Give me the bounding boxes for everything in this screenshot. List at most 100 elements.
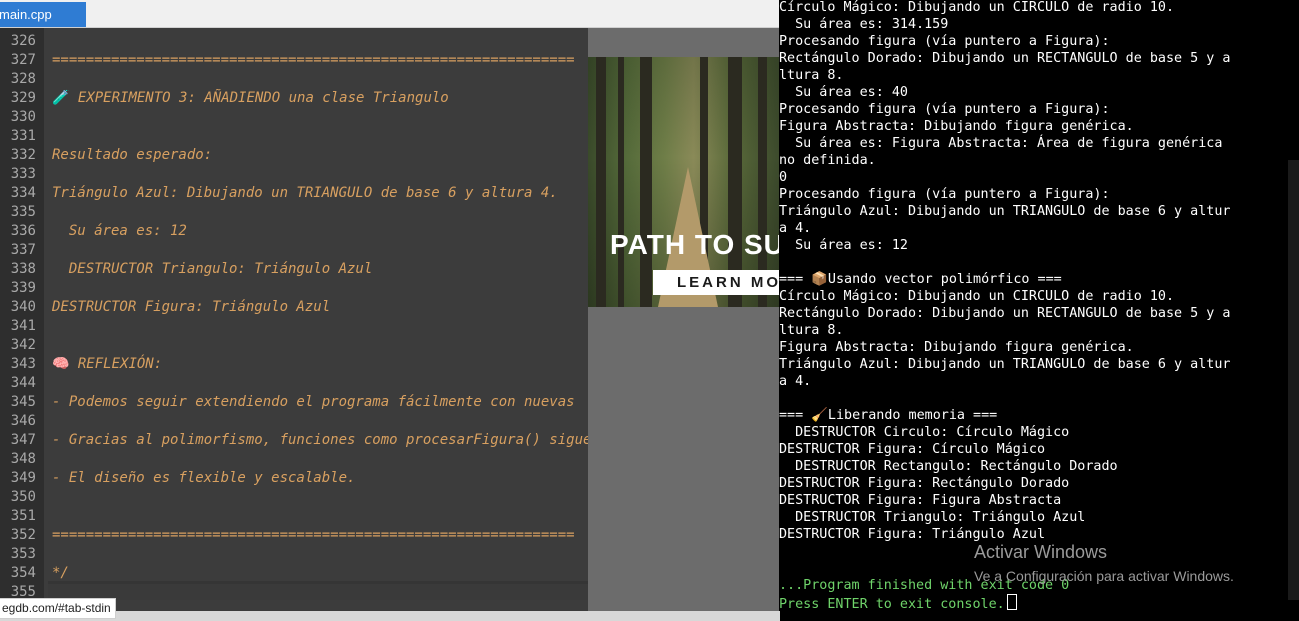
output-console[interactable]: Círculo Mágico: Dibujando un CIRCULO de … — [779, 0, 1299, 621]
tab-label: main.cpp — [0, 7, 52, 22]
console-line: DESTRUCTOR Rectangulo: Rectángulo Dorado — [779, 458, 1289, 475]
watermark-subtitle: Ve a Configuración para activar Windows. — [974, 568, 1234, 584]
console-line: a 4. — [779, 373, 1289, 390]
code-line: 🧠 REFLEXIÓN: — [52, 355, 162, 374]
line-number: 332 — [10, 147, 36, 163]
line-number-gutter: 326 327 328 329 330 331 332 333 334 335 336 337 338 3… — [0, 28, 44, 612]
code-area[interactable]: ========================================… — [48, 28, 588, 584]
console-text: Triángulo Azul: Dibujando un TRIANGULO d… — [779, 357, 1231, 372]
console-text: DESTRUCTOR Circulo: Círculo Mágico — [779, 425, 1070, 440]
code-text: ========================================… — [52, 527, 575, 543]
status-bar — [0, 611, 780, 621]
line-number: 349 — [10, 470, 36, 486]
line-number: 340 — [10, 299, 36, 315]
line-number: 345 — [10, 394, 36, 410]
console-line: Su área es: 40 — [779, 84, 1289, 101]
console-output: Círculo Mágico: Dibujando un CIRCULO de … — [779, 0, 1289, 612]
console-text: Su área es: 40 — [779, 85, 908, 100]
line-number: 354 — [10, 565, 36, 581]
advertisement-banner[interactable]: PATH TO SUCCESS LEARN MORE — [588, 57, 780, 307]
console-line: Press ENTER to exit console. — [779, 594, 1289, 612]
code-line: - Gracias al polimorfismo, funciones com… — [52, 431, 588, 450]
code-editor[interactable]: 326 327 328 329 330 331 332 333 334 335 336 337 338 3… — [0, 28, 588, 612]
line-number: 339 — [10, 280, 36, 296]
url-tooltip: egdb.com/#tab-stdin — [0, 598, 116, 619]
text-cursor — [1006, 594, 1017, 610]
line-number: 347 — [10, 432, 36, 448]
console-text: Triángulo Azul: Dibujando un TRIANGULO d… — [779, 204, 1231, 219]
code-line: - El diseño es flexible y escalable. — [52, 469, 355, 488]
line-number: 336 — [10, 223, 36, 239]
windows-activation-watermark: Activar Windows Ve a Configuración para … — [974, 541, 1234, 587]
console-line: Procesando figura (vía puntero a Figura)… — [779, 186, 1289, 203]
code-line: ========================================… — [52, 51, 575, 70]
console-line: DESTRUCTOR Circulo: Círculo Mágico — [779, 424, 1289, 441]
console-text: Figura Abstracta: Dibujando figura genér… — [779, 119, 1134, 134]
console-text: Su área es: Figura Abstracta: Área de fi… — [779, 136, 1223, 151]
console-text: ltura 8. — [779, 68, 844, 83]
code-text: EXPERIMENTO 3: AÑADIENDO una clase Trian… — [69, 90, 449, 106]
code-text: ========================================… — [52, 52, 575, 68]
console-line: Círculo Mágico: Dibujando un CIRCULO de … — [779, 288, 1289, 305]
horizontal-scrollbar[interactable] — [48, 584, 588, 600]
tab-main-cpp[interactable]: main.cpp — [0, 2, 86, 27]
line-number: 327 — [10, 52, 36, 68]
console-text: === 🧹Liberando memoria === — [779, 408, 998, 423]
line-number: 350 — [10, 489, 36, 505]
code-text: Su área es: 12 — [52, 223, 187, 239]
console-scrollbar[interactable] — [1288, 160, 1299, 600]
code-line: Su área es: 12 — [52, 222, 187, 241]
code-text: - Podemos seguir extendiendo el programa… — [52, 394, 575, 410]
console-text: DESTRUCTOR Triangulo: Triángulo Azul — [779, 510, 1086, 525]
console-text: === 📦Usando vector polimórfico === — [779, 272, 1062, 287]
console-text: Círculo Mágico: Dibujando un CIRCULO de … — [779, 289, 1175, 304]
console-line: Figura Abstracta: Dibujando figura genér… — [779, 339, 1289, 356]
console-text: Su área es: 12 — [779, 238, 908, 253]
console-line: Triángulo Azul: Dibujando un TRIANGULO d… — [779, 356, 1289, 373]
learn-more-button[interactable]: LEARN MORE — [653, 270, 780, 295]
code-text: REFLEXIÓN: — [69, 356, 163, 372]
code-text: DESTRUCTOR Figura: Triángulo Azul — [52, 299, 331, 315]
console-line: === 🧹Liberando memoria === — [779, 407, 1289, 424]
console-text: a 4. — [779, 221, 812, 236]
line-number: 334 — [10, 185, 36, 201]
tab-bar: main.cpp — [0, 0, 780, 28]
console-text: Procesando figura (vía puntero a Figura)… — [779, 34, 1110, 49]
console-line: === 📦Usando vector polimórfico === — [779, 271, 1289, 288]
console-text: DESTRUCTOR Figura: Triángulo Azul — [779, 527, 1046, 542]
line-number: 344 — [10, 375, 36, 391]
line-number: 351 — [10, 508, 36, 524]
console-text: Su área es: 314.159 — [779, 17, 949, 32]
code-text: DESTRUCTOR Triangulo: Triángulo Azul — [52, 261, 373, 277]
console-line: Procesando figura (vía puntero a Figura)… — [779, 101, 1289, 118]
console-text: Rectángulo Dorado: Dibujando un RECTANGU… — [779, 51, 1231, 66]
line-number: 335 — [10, 204, 36, 220]
console-line: Rectángulo Dorado: Dibujando un RECTANGU… — [779, 50, 1289, 67]
console-text: DESTRUCTOR Figura: Rectángulo Dorado — [779, 476, 1070, 491]
line-number: 328 — [10, 71, 36, 87]
console-text: Figura Abstracta: Dibujando figura genér… — [779, 340, 1134, 355]
console-line: Figura Abstracta: Dibujando figura genér… — [779, 118, 1289, 135]
console-text: DESTRUCTOR Figura: Figura Abstracta — [779, 493, 1062, 508]
console-line: Su área es: 314.159 — [779, 16, 1289, 33]
console-text: DESTRUCTOR Rectangulo: Rectángulo Dorado — [779, 459, 1118, 474]
console-line: ltura 8. — [779, 322, 1289, 339]
code-text: Triángulo Azul: Dibujando un TRIANGULO d… — [52, 185, 558, 201]
emoji-icon: 🧠 — [52, 356, 70, 372]
console-text: Procesando figura (vía puntero a Figura)… — [779, 187, 1110, 202]
line-number: 338 — [10, 261, 36, 277]
emoji-icon: 🧪 — [52, 90, 70, 106]
code-line: DESTRUCTOR Figura: Triángulo Azul — [52, 298, 330, 317]
line-number: 333 — [10, 166, 36, 182]
line-number: 329 — [10, 90, 36, 106]
console-text: Press ENTER to exit console. — [779, 597, 1005, 612]
console-line: Su área es: Figura Abstracta: Área de fi… — [779, 135, 1289, 152]
console-text: no definida. — [779, 153, 876, 168]
code-line: ========================================… — [52, 526, 575, 545]
code-line: Resultado esperado: — [52, 146, 212, 165]
console-text: ltura 8. — [779, 323, 844, 338]
ad-headline: PATH TO SUCCESS — [610, 229, 780, 260]
console-text: 0 — [779, 170, 788, 185]
